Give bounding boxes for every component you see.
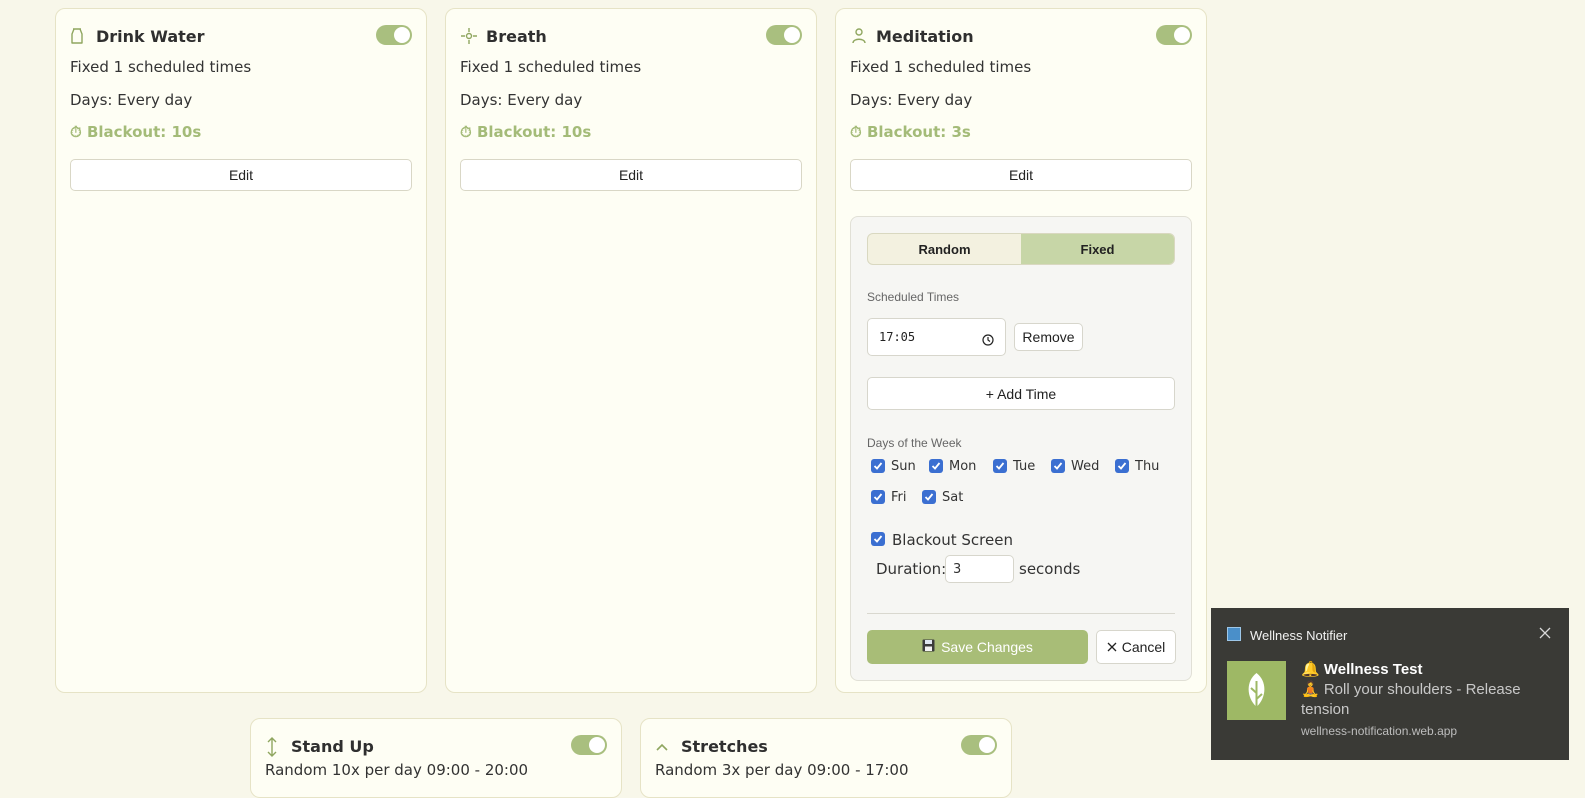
duration-input[interactable]: 3 — [945, 555, 1014, 583]
checkbox[interactable] — [993, 459, 1007, 473]
reminder-card-stand-up: Stand Up Random 10x per day 09:00 - 20:0… — [250, 718, 622, 798]
checkbox[interactable] — [871, 490, 885, 504]
notification-body: 🧘 Roll your shoulders - Release tension — [1301, 681, 1521, 718]
notification-title: 🔔 Wellness Test — [1301, 661, 1423, 678]
card-title: Stand Up — [291, 737, 374, 756]
mode-fixed-button[interactable]: Fixed — [1021, 234, 1174, 264]
edit-button[interactable]: Edit — [460, 159, 802, 191]
toggle-knob — [784, 27, 800, 43]
blackout-text: Blackout: 10s — [86, 123, 202, 141]
card-title: Drink Water — [96, 27, 205, 46]
remove-time-button[interactable]: Remove — [1014, 323, 1083, 351]
days-summary: Days: Every day — [70, 91, 193, 109]
blackout-screen-label: Blackout Screen — [892, 531, 1013, 549]
checkbox[interactable] — [922, 490, 936, 504]
day-label: Sun — [891, 459, 916, 474]
notification-source: wellness-notification.web.app — [1301, 724, 1458, 738]
schedule-summary: Fixed 1 scheduled times — [460, 58, 642, 76]
stopwatch-icon: ⏱ — [460, 123, 472, 141]
water-drop-icon — [70, 27, 88, 47]
stopwatch-icon: ⏱ — [850, 123, 862, 141]
schedule-summary: Random 10x per day 09:00 - 20:00 — [265, 761, 529, 779]
blackout-summary: ⏱ Blackout: 10s — [460, 123, 591, 141]
card-header: Stretches — [655, 735, 997, 761]
toggle-knob — [394, 27, 410, 43]
person-icon — [850, 27, 868, 47]
duration-label: Duration: — [876, 560, 947, 578]
card-header: Breath — [460, 25, 802, 51]
mode-random-button[interactable]: Random — [868, 234, 1021, 264]
time-input[interactable]: 17:05 — [867, 318, 1006, 356]
clock-icon[interactable] — [982, 331, 994, 346]
reminder-card-drink-water: Drink Water Fixed 1 scheduled times Days… — [55, 8, 427, 693]
time-value: 17:05 — [879, 330, 916, 344]
enable-toggle[interactable] — [961, 735, 997, 755]
card-title: Stretches — [681, 737, 768, 756]
add-time-button[interactable]: + Add Time — [867, 377, 1175, 410]
schedule-summary: Fixed 1 scheduled times — [850, 58, 1032, 76]
checkbox[interactable] — [1051, 459, 1065, 473]
save-changes-button[interactable]: Save Changes — [867, 630, 1088, 664]
close-icon[interactable] — [1539, 626, 1551, 639]
card-title: Breath — [486, 27, 547, 46]
card-header: Stand Up — [265, 735, 607, 761]
blackout-summary: ⏱ Blackout: 3s — [850, 123, 971, 141]
days-summary: Days: Every day — [850, 91, 973, 109]
card-header: Drink Water — [70, 25, 412, 51]
enable-toggle[interactable] — [376, 25, 412, 45]
toggle-knob — [979, 737, 995, 753]
divider — [867, 613, 1175, 614]
day-label: Sat — [942, 490, 964, 505]
checkbox[interactable] — [871, 532, 885, 546]
mode-segmented-control: Random Fixed — [867, 233, 1175, 265]
day-label: Thu — [1135, 459, 1160, 474]
notification-app-name: Wellness Notifier — [1250, 628, 1348, 643]
schedule-summary: Random 3x per day 09:00 - 17:00 — [655, 761, 909, 779]
toggle-knob — [1174, 27, 1190, 43]
toggle-knob — [589, 737, 605, 753]
day-label: Tue — [1013, 459, 1036, 474]
stopwatch-icon: ⏱ — [70, 123, 82, 141]
cancel-button[interactable]: Cancel — [1096, 630, 1176, 664]
day-label: Fri — [891, 490, 907, 505]
checkbox[interactable] — [871, 459, 885, 473]
cancel-label: Cancel — [1121, 639, 1166, 655]
reminder-card-meditation: Meditation Fixed 1 scheduled times Days:… — [835, 8, 1207, 693]
breath-icon — [460, 27, 478, 47]
blackout-summary: ⏱ Blackout: 10s — [70, 123, 201, 141]
duration-unit: seconds — [1019, 560, 1081, 578]
edit-button[interactable]: Edit — [850, 159, 1192, 191]
day-label: Mon — [949, 459, 977, 474]
days-of-week-label: Days of the Week — [867, 436, 962, 450]
chevron-up-icon — [655, 737, 673, 757]
edit-panel: Random Fixed Scheduled Times 17:05 Remov… — [850, 216, 1192, 681]
system-notification[interactable]: Wellness Notifier 🔔 Wellness Test 🧘 Roll… — [1211, 608, 1569, 760]
checkbox[interactable] — [1115, 459, 1129, 473]
day-label: Wed — [1071, 459, 1100, 474]
enable-toggle[interactable] — [571, 735, 607, 755]
scheduled-times-label: Scheduled Times — [867, 290, 960, 304]
days-summary: Days: Every day — [460, 91, 583, 109]
floppy-disk-icon — [922, 639, 935, 655]
leaf-icon — [1227, 661, 1286, 720]
app-icon — [1227, 627, 1241, 641]
card-header: Meditation — [850, 25, 1192, 51]
reminder-card-breath: Breath Fixed 1 scheduled times Days: Eve… — [445, 8, 817, 693]
reminder-card-stretches: Stretches Random 3x per day 09:00 - 17:0… — [640, 718, 1012, 798]
enable-toggle[interactable] — [1156, 25, 1192, 45]
schedule-summary: Fixed 1 scheduled times — [70, 58, 252, 76]
blackout-text: Blackout: 10s — [476, 123, 592, 141]
save-label: Save Changes — [941, 639, 1033, 655]
blackout-text: Blackout: 3s — [866, 123, 971, 141]
card-title: Meditation — [876, 27, 974, 46]
edit-button[interactable]: Edit — [70, 159, 412, 191]
vertical-arrows-icon — [265, 737, 283, 757]
checkbox[interactable] — [929, 459, 943, 473]
enable-toggle[interactable] — [766, 25, 802, 45]
close-icon — [1107, 639, 1117, 655]
